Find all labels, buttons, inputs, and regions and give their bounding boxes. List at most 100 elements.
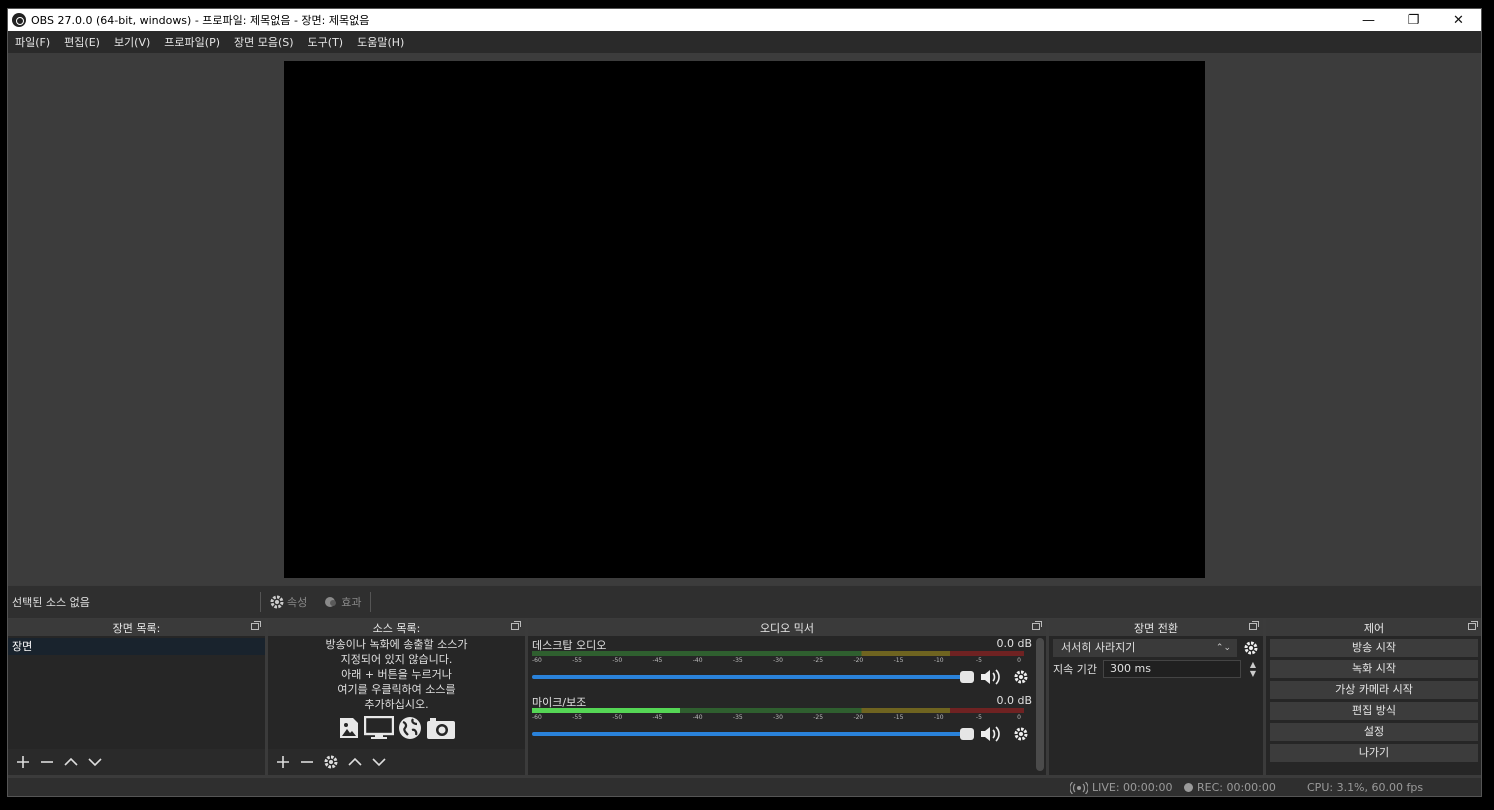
tick-label: -55: [572, 657, 582, 664]
duration-spinner[interactable]: ▲ ▼: [1247, 660, 1259, 678]
properties-label: 속성: [287, 596, 308, 609]
audio-mixer-dock: 오디오 믹서 데스크탑 오디오 0.0 dB -60 -55 -50 -45 -…: [528, 619, 1046, 775]
channel-settings-button[interactable]: [1010, 725, 1032, 743]
transitions-title: 장면 전환: [1134, 621, 1178, 635]
tick-label: -5: [975, 714, 982, 721]
tick-label: -15: [893, 714, 904, 721]
menu-scene-collection[interactable]: 장면 모음(S): [227, 34, 301, 50]
menu-tools[interactable]: 도구(T): [301, 34, 351, 50]
start-streaming-button[interactable]: 방송 시작: [1270, 639, 1478, 657]
tick-label: -35: [732, 714, 743, 721]
live-timer: LIVE: 00:00:00: [1092, 781, 1173, 794]
menu-profile[interactable]: 프로파일(P): [157, 34, 227, 50]
tick-label: -35: [732, 657, 743, 664]
sources-empty-hint[interactable]: 방송이나 녹화에 송출할 소스가 지정되어 있지 않습니다. 아래 + 버튼을 …: [268, 636, 525, 712]
channel-settings-button[interactable]: [1010, 668, 1032, 686]
camera-icon: [426, 718, 455, 739]
studio-mode-button[interactable]: 편집 방식: [1270, 702, 1478, 720]
undock-icon[interactable]: [251, 621, 261, 630]
tick-label: -5: [975, 657, 982, 664]
source-properties-button[interactable]: [320, 751, 342, 773]
tick-label: -30: [773, 714, 783, 721]
volume-slider-handle[interactable]: [960, 728, 974, 740]
transition-select[interactable]: 서서히 사라지기 ⌃⌄: [1053, 639, 1237, 657]
chevron-down-icon[interactable]: ▼: [1250, 669, 1256, 678]
tick-label: -45: [652, 657, 663, 664]
add-source-button[interactable]: [272, 751, 294, 773]
tick-label: -10: [933, 714, 944, 721]
menu-bar: 파일(F) 편집(E) 보기(V) 프로파일(P) 장면 모음(S) 도구(T)…: [8, 31, 1481, 53]
properties-button[interactable]: 속성: [261, 594, 315, 610]
mixer-scrollbar[interactable]: [1036, 638, 1044, 771]
context-divider: [369, 592, 371, 612]
undock-icon[interactable]: [1032, 621, 1042, 630]
duration-label: 지속 기간: [1053, 663, 1097, 676]
start-virtual-camera-button[interactable]: 가상 카메라 시작: [1270, 681, 1478, 699]
hint-line: 지정되어 있지 않습니다.: [340, 653, 453, 666]
undock-icon[interactable]: [511, 621, 521, 630]
undock-icon[interactable]: [1249, 621, 1259, 630]
gear-icon[interactable]: [1243, 640, 1259, 656]
move-scene-up-button[interactable]: [60, 751, 82, 773]
settings-button[interactable]: 설정: [1270, 723, 1478, 741]
tick-label: -20: [853, 657, 864, 664]
exit-button[interactable]: 나가기: [1270, 744, 1478, 762]
context-bar: 선택된 소스 없음 속성 효과: [8, 586, 1481, 618]
hint-line: 아래 + 버튼을 누르거나: [341, 668, 452, 681]
undock-icon[interactable]: [1468, 621, 1478, 630]
remove-scene-button[interactable]: [36, 751, 58, 773]
preview-canvas[interactable]: [284, 61, 1205, 578]
controls-dock: 제어 방송 시작 녹화 시작 가상 카메라 시작 편집 방식 설정 나가기: [1266, 619, 1481, 775]
mute-button[interactable]: [980, 725, 1002, 743]
maximize-button[interactable]: ❐: [1391, 9, 1436, 31]
start-recording-button[interactable]: 녹화 시작: [1270, 660, 1478, 678]
cpu-fps: CPU: 3.1%, 60.00 fps: [1307, 781, 1424, 794]
mute-button[interactable]: [980, 668, 1002, 686]
tick-label: -55: [572, 714, 582, 721]
add-scene-button[interactable]: [12, 751, 34, 773]
scenes-dock: 장면 목록: 장면: [8, 619, 265, 775]
broadcast-icon: [1070, 781, 1088, 794]
sources-dock-header: 소스 목록:: [268, 619, 525, 636]
gear-icon: [270, 595, 284, 609]
plus-icon: [277, 756, 289, 768]
chevron-up-icon[interactable]: ▲: [1250, 660, 1256, 669]
menu-file[interactable]: 파일(F): [8, 34, 57, 50]
transition-selected: 서서히 사라지기: [1061, 641, 1136, 654]
chevron-up-icon: [348, 757, 362, 766]
gear-icon: [324, 755, 338, 769]
globe-icon: [398, 717, 421, 739]
obs-window: OBS 27.0.0 (64-bit, windows) - 프로파일: 제목없…: [7, 8, 1482, 797]
status-bar: LIVE: 00:00:00 REC: 00:00:00 CPU: 3.1%, …: [8, 778, 1481, 796]
duration-input[interactable]: 300 ms: [1102, 660, 1241, 678]
tick-label: -50: [612, 657, 623, 664]
minimize-button[interactable]: —: [1346, 9, 1391, 31]
scenes-dock-header: 장면 목록:: [8, 619, 265, 636]
image-icon: [339, 718, 358, 738]
menu-help[interactable]: 도움말(H): [350, 34, 411, 50]
sources-dock: 소스 목록: 방송이나 녹화에 송출할 소스가 지정되어 있지 않습니다. 아래…: [268, 619, 525, 775]
tick-label: -60: [532, 657, 542, 664]
menu-edit[interactable]: 편집(E): [57, 34, 107, 50]
volume-slider[interactable]: [532, 728, 974, 740]
preview-area: [8, 53, 1481, 585]
volume-slider[interactable]: [532, 671, 974, 683]
menu-view[interactable]: 보기(V): [107, 34, 157, 50]
select-arrows-icon: ⌃⌄: [1215, 643, 1231, 653]
volume-slider-handle[interactable]: [960, 671, 974, 683]
hint-line: 추가하십시오.: [364, 698, 429, 711]
scene-list-item[interactable]: 장면: [8, 638, 265, 655]
move-source-up-button[interactable]: [344, 751, 366, 773]
cpu-status: CPU: 3.1%, 60.00 fps: [1307, 781, 1423, 794]
close-button[interactable]: ✕: [1436, 9, 1481, 31]
filters-button[interactable]: 효과: [315, 594, 369, 610]
move-scene-down-button[interactable]: [84, 751, 106, 773]
channel-volume-db: 0.0 dB: [996, 694, 1032, 707]
gear-icon: [1014, 727, 1028, 741]
tick-label: -15: [893, 657, 904, 664]
move-source-down-button[interactable]: [368, 751, 390, 773]
filters-label: 효과: [341, 596, 362, 609]
gear-icon: [1014, 670, 1028, 684]
tick-label: -60: [532, 714, 542, 721]
remove-source-button[interactable]: [296, 751, 318, 773]
